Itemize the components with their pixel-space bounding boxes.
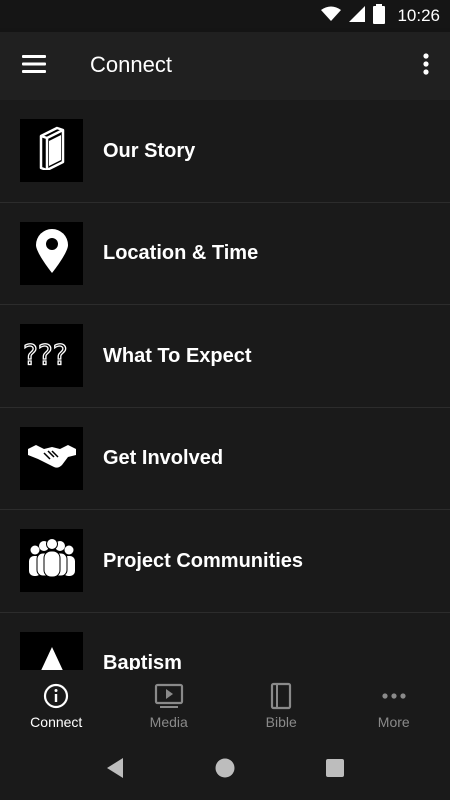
bible-book-icon: [270, 680, 292, 712]
thumbnail: [20, 529, 83, 592]
thumbnail: ???: [20, 324, 83, 387]
triangle-icon: [36, 643, 68, 670]
list-item-label: Location & Time: [103, 242, 259, 264]
system-navigation-bar: [0, 740, 450, 800]
thumbnail: [20, 119, 83, 182]
home-circle-icon: [214, 757, 236, 784]
info-icon: [43, 680, 69, 712]
page-title: Connect: [90, 52, 172, 77]
nav-connect[interactable]: Connect: [0, 670, 113, 740]
list-item-label: Our Story: [103, 139, 196, 162]
list-item-label: What To Expect: [103, 344, 252, 367]
nav-more[interactable]: More: [338, 670, 450, 740]
hamburger-menu-button[interactable]: [16, 48, 52, 84]
list-item-get-involved[interactable]: Get Involved: [0, 408, 450, 510]
status-bar: 10:26: [0, 0, 450, 32]
nav-media[interactable]: Media: [113, 670, 226, 740]
nav-label: Media: [149, 714, 188, 730]
list-item-label: Project Communities: [103, 549, 304, 572]
cell-signal-icon: [349, 5, 366, 27]
hamburger-icon: [22, 54, 46, 78]
battery-icon: [373, 3, 386, 29]
bottom-navigation: Connect Media Bible More: [0, 670, 450, 740]
app-bar: Connect: [0, 32, 450, 100]
thumbnail: [20, 426, 83, 490]
more-dots-icon: [381, 680, 407, 712]
list-item-label: Baptism: [103, 652, 182, 670]
back-button[interactable]: [95, 750, 135, 790]
status-icons: 10:26: [321, 0, 440, 32]
vertical-dots-icon: [423, 52, 429, 80]
video-play-icon: [154, 680, 184, 712]
nav-label: More: [377, 714, 410, 730]
recents-square-icon: [325, 758, 345, 783]
recents-button[interactable]: [315, 750, 355, 790]
thumbnail: [20, 631, 83, 670]
list-item-what-to-expect[interactable]: ??? What To Expect: [0, 305, 450, 408]
connect-list: Our Story Location & Time ??? What To Ex…: [0, 100, 450, 670]
nav-label: Connect: [30, 714, 83, 730]
thumbnail: [20, 221, 83, 285]
list-item-label: Get Involved: [103, 447, 224, 469]
question-marks-icon: ???: [22, 336, 81, 375]
people-group-icon: [26, 538, 78, 583]
home-button[interactable]: [205, 750, 245, 790]
handshake-icon: [26, 441, 78, 476]
list-item-baptism[interactable]: Baptism: [0, 613, 450, 670]
list-item-our-story[interactable]: Our Story: [0, 100, 450, 203]
status-time: 10:26: [397, 6, 440, 25]
nav-label: Bible: [265, 714, 297, 730]
book-icon: [35, 126, 69, 175]
list-item-location-time[interactable]: Location & Time: [0, 203, 450, 305]
location-pin-icon: [35, 228, 68, 278]
list-item-project-communities[interactable]: Project Communities: [0, 510, 450, 613]
overflow-menu-button[interactable]: [414, 48, 438, 84]
wifi-icon: [321, 6, 342, 27]
back-triangle-icon: [105, 757, 125, 784]
nav-bible[interactable]: Bible: [225, 670, 338, 740]
svg-text:???: ???: [23, 338, 68, 370]
